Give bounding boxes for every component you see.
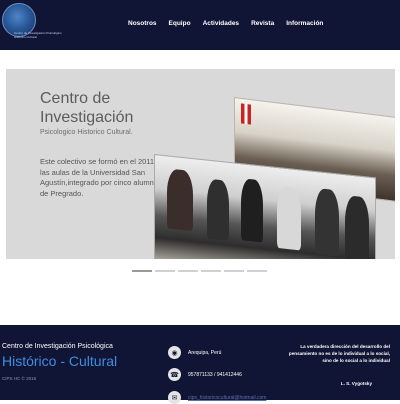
slider-dot[interactable] [224, 270, 244, 272]
nav-item-informacion[interactable]: Información [286, 20, 323, 27]
slider-pagination [132, 270, 267, 272]
slider-dot[interactable] [247, 270, 267, 272]
footer-email-link[interactable]: cips_historicocultural@hotmail.com [188, 395, 266, 401]
slide-body-text: Este colectivo se formó en el 2011, en l… [40, 157, 167, 198]
phone-icon: ☎ [168, 368, 181, 381]
nav-item-revista[interactable]: Revista [251, 20, 274, 27]
location-pin-icon: ◉ [168, 346, 181, 359]
nav-item-equipo[interactable]: Equipo [169, 20, 191, 27]
slide-title: Centro de Investigación [40, 89, 133, 127]
nav-item-nosotros[interactable]: Nosotros [128, 20, 157, 27]
peru-flag-image [241, 103, 251, 125]
footer-quote: La verdadera dirección del desarrollo de… [288, 344, 390, 363]
footer-title-line-1: Centro de Investigación Psicológica [2, 343, 113, 350]
slide-subtitle: Psicologico Historico Cultural. [40, 129, 133, 136]
footer-title-line-2: Histórico - Cultural [2, 353, 118, 369]
top-nav-bar: Centro de Investigación Psicológico Hist… [0, 0, 400, 50]
slide-title-line-2: Investigación [40, 109, 134, 126]
slider-dot[interactable] [201, 270, 221, 272]
site-footer: Centro de Investigación Psicológica Hist… [0, 325, 400, 404]
main-nav: Nosotros Equipo Actividades Revista Info… [128, 20, 335, 27]
slider-dot[interactable] [178, 270, 198, 272]
footer-location: Arequipa, Perú [188, 350, 222, 356]
footer-quote-author: L. S. Vygotsky [340, 381, 372, 386]
email-icon: ✉ [168, 391, 181, 404]
logo-text: Centro de Investigación Psicológico Hist… [14, 31, 62, 39]
slide-title-line-1: Centro de [40, 90, 111, 107]
footer-copyright: CIPS HC © 2016 [2, 376, 37, 381]
slider-dot[interactable] [132, 270, 152, 272]
nav-item-actividades[interactable]: Actividades [203, 20, 240, 27]
footer-phone: 957871133 / 941412446 [188, 372, 242, 378]
slider-dot[interactable] [155, 270, 175, 272]
hero-slider[interactable]: Centro de Investigación Psicologico Hist… [6, 69, 395, 259]
site-logo[interactable]: Centro de Investigación Psicológico Hist… [2, 3, 62, 45]
